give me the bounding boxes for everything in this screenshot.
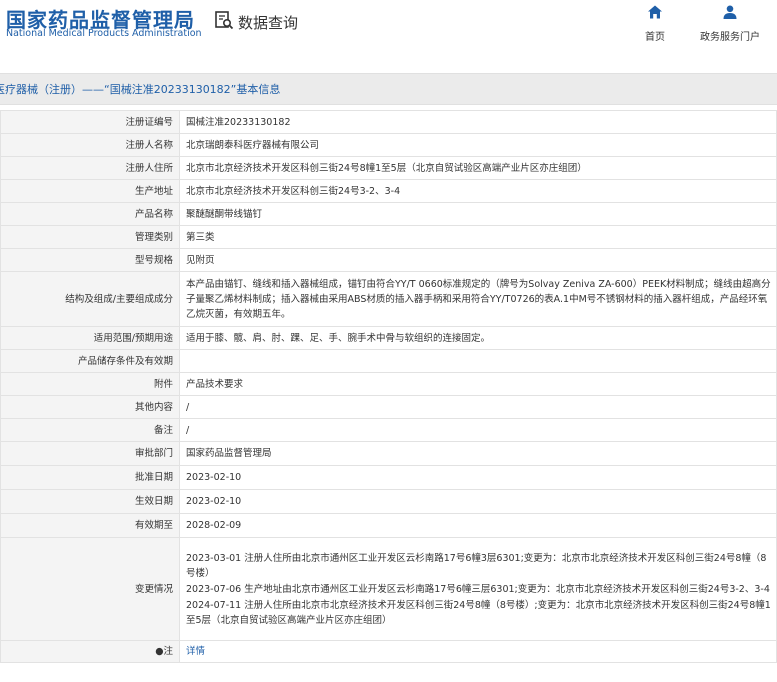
field-label: 注册人住所 [0, 156, 180, 180]
changes-value: 2023-03-01 注册人住所由北京市通州区工业开发区云杉南路17号6幢3层6… [179, 537, 777, 641]
field-label: 产品名称 [0, 202, 180, 226]
field-label: 生产地址 [0, 179, 180, 203]
field-value: 国家药品监督管理局 [179, 441, 777, 466]
field-label: 管理类别 [0, 225, 180, 249]
site-logo-en[interactable]: National Medical Products Administration [6, 28, 202, 39]
home-icon [647, 4, 663, 24]
note-value-cell: 详情 [179, 640, 777, 663]
table-row: 注册人名称 北京瑞朗泰科医疗器械有限公司 [0, 133, 777, 157]
table-row: 审批部门 国家药品监督管理局 [0, 441, 777, 466]
user-icon [722, 4, 738, 24]
field-value: 2028-02-09 [179, 513, 777, 538]
field-value: 国械注准20233130182 [179, 110, 777, 134]
field-value: 北京瑞朗泰科医疗器械有限公司 [179, 133, 777, 157]
change-entry: 2024-07-11 注册人住所由北京市北京经济技术开发区科创三街24号8幢（8… [186, 599, 771, 626]
table-row: 附件 产品技术要求 [0, 372, 777, 396]
field-label: 附件 [0, 372, 180, 396]
table-row: 注册证编号 国械注准20233130182 [0, 110, 777, 134]
table-row: 有效期至 2028-02-09 [0, 513, 777, 538]
field-label: 其他内容 [0, 395, 180, 419]
field-label: 变更情况 [0, 537, 180, 641]
table-row: 适用范围/预期用途 适用于膝、髋、肩、肘、踝、足、手、腕手术中骨与软组织的连接固… [0, 326, 777, 350]
table-row: 批准日期 2023-02-10 [0, 465, 777, 490]
registration-info-table: 注册证编号 国械注准20233130182 注册人名称 北京瑞朗泰科医疗器械有限… [0, 110, 777, 663]
table-row: 管理类别 第三类 [0, 225, 777, 249]
field-label: 备注 [0, 418, 180, 442]
field-value: / [179, 418, 777, 442]
nav-service-portal-label: 政务服务门户 [700, 32, 760, 43]
page-title-bar: 医疗器械（注册）——“国械注准20233130182”基本信息 [0, 73, 777, 105]
table-row: 型号规格 见附页 [0, 248, 777, 272]
nav-home[interactable]: 首页 [645, 4, 665, 43]
field-value: 北京市北京经济技术开发区科创三街24号3-2、3-4 [179, 179, 777, 203]
field-value: 聚醚醚酮带线锚钉 [179, 202, 777, 226]
field-value: / [179, 395, 777, 419]
change-entry: 2023-07-06 生产地址由北京市通州区工业开发区云杉南路17号6幢三层63… [186, 583, 770, 595]
table-row: 产品储存条件及有效期 [0, 349, 777, 373]
details-link[interactable]: 详情 [186, 646, 205, 657]
field-label: 结构及组成/主要组成成分 [0, 271, 180, 327]
table-row: 产品名称 聚醚醚酮带线锚钉 [0, 202, 777, 226]
field-label: 审批部门 [0, 441, 180, 466]
field-label: 生效日期 [0, 489, 180, 514]
field-label: 型号规格 [0, 248, 180, 272]
table-row: 生产地址 北京市北京经济技术开发区科创三街24号3-2、3-4 [0, 179, 777, 203]
field-value: 见附页 [179, 248, 777, 272]
field-value: 2023-02-10 [179, 489, 777, 514]
nav-home-label: 首页 [645, 32, 665, 43]
field-label: 有效期至 [0, 513, 180, 538]
page-title: 医疗器械（注册）——“国械注准20233130182”基本信息 [0, 83, 281, 96]
field-value: 本产品由锚钉、缝线和插入器械组成，锚钉由符合YY/T 0660标准规定的（牌号为… [179, 271, 777, 327]
field-label: 批准日期 [0, 465, 180, 490]
note-label: 注 [163, 646, 173, 657]
field-label: 注册人名称 [0, 133, 180, 157]
field-label: 产品储存条件及有效期 [0, 349, 180, 373]
table-row: ●注 详情 [0, 640, 777, 663]
table-row: 变更情况 2023-03-01 注册人住所由北京市通州区工业开发区云杉南路17号… [0, 537, 777, 641]
field-label: 注册证编号 [0, 110, 180, 134]
data-query-link[interactable]: 数据查询 [214, 10, 298, 34]
table-row: 备注 / [0, 418, 777, 442]
change-entry: 2023-03-01 注册人住所由北京市通州区工业开发区云杉南路17号6幢3层6… [186, 552, 767, 579]
field-value: 第三类 [179, 225, 777, 249]
note-label-cell: ●注 [0, 640, 180, 663]
table-row: 注册人住所 北京市北京经济技术开发区科创三街24号8幢1至5层（北京自贸试验区高… [0, 156, 777, 180]
site-header: 国家药品监督管理局 National Medical Products Admi… [0, 0, 777, 72]
field-value [179, 349, 777, 373]
search-doc-icon [214, 10, 234, 34]
field-value: 产品技术要求 [179, 372, 777, 396]
field-label: 适用范围/预期用途 [0, 326, 180, 350]
table-row: 生效日期 2023-02-10 [0, 489, 777, 514]
data-query-label: 数据查询 [238, 13, 299, 32]
table-row: 结构及组成/主要组成成分 本产品由锚钉、缝线和插入器械组成，锚钉由符合YY/T … [0, 271, 777, 327]
table-row: 其他内容 / [0, 395, 777, 419]
field-value: 2023-02-10 [179, 465, 777, 490]
nav-service-portal[interactable]: 政务服务门户 [700, 4, 760, 43]
field-value: 北京市北京经济技术开发区科创三街24号8幢1至5层（北京自贸试验区高端产业片区亦… [179, 156, 777, 180]
field-value: 适用于膝、髋、肩、肘、踝、足、手、腕手术中骨与软组织的连接固定。 [179, 326, 777, 350]
